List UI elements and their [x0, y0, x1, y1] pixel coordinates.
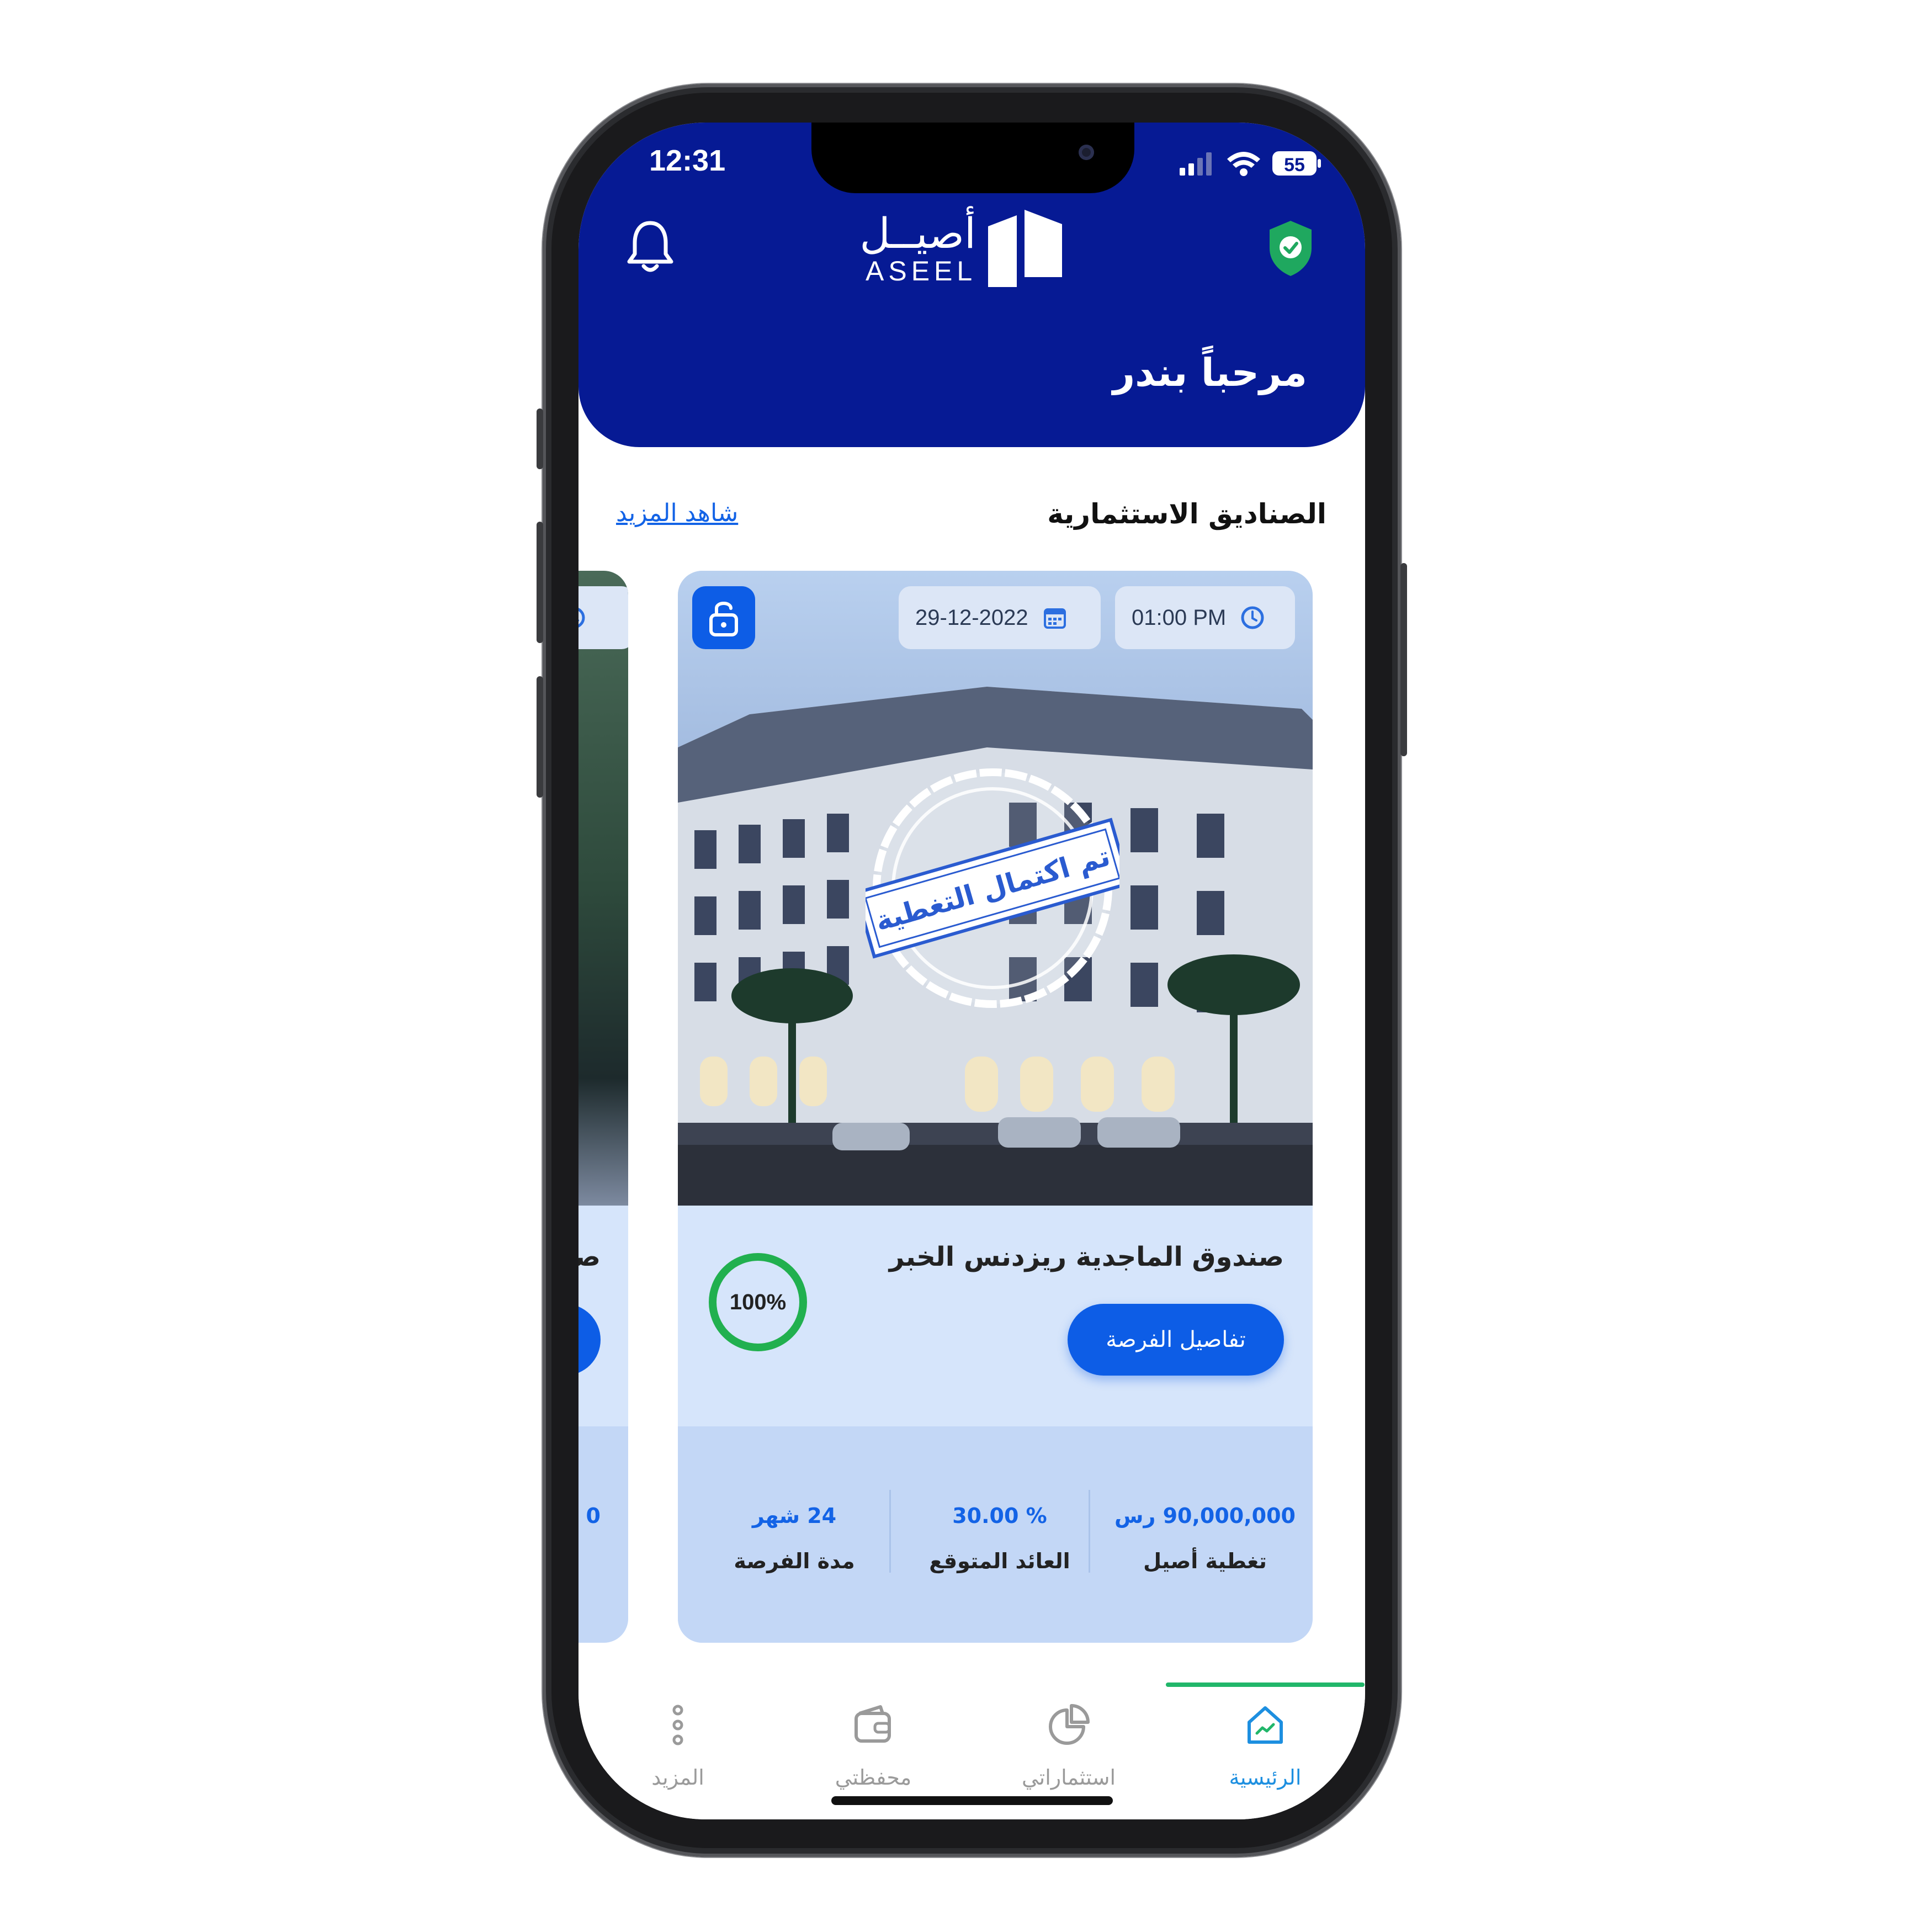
stat-value: 24 شهر	[752, 1504, 837, 1528]
fund-card-image	[578, 571, 628, 1206]
stat-label: العائد المتوقع	[929, 1549, 1070, 1573]
card-stats-panel	[578, 1426, 628, 1643]
progress-label: 100%	[729, 1290, 787, 1314]
signal-icon	[1180, 152, 1212, 176]
time-text: 01:00 PM	[1132, 605, 1227, 630]
power-button	[1400, 563, 1407, 756]
active-tab-indicator	[1166, 1682, 1365, 1687]
stat-duration: 24 شهر مدة الفرصة	[703, 1504, 885, 1573]
battery-level: 55	[1284, 155, 1305, 176]
logo-arabic-text: أصيــل	[859, 209, 976, 258]
more-icon	[672, 1705, 683, 1745]
date-pill: 29-12-2022	[899, 586, 1101, 649]
date-text: 29-12-2022	[915, 605, 1028, 630]
logo-mark-icon	[988, 210, 1062, 287]
opportunity-details-button[interactable]: تفاصيل الفرصة	[1068, 1304, 1284, 1376]
volume-down-button	[537, 676, 543, 798]
wallet-icon	[854, 1705, 891, 1743]
volume-up-button	[537, 522, 543, 643]
clock-icon	[578, 608, 585, 628]
lock-icon	[709, 602, 738, 636]
bell-icon[interactable]	[623, 217, 678, 278]
app-screen: 12:31 55 أصيــل ASEEL مرحباً بندر الصناد…	[578, 123, 1365, 1819]
tab-label: محفظتي	[835, 1765, 912, 1790]
tab-wallet[interactable]: محفظتي	[790, 1701, 956, 1790]
tab-label: المزيد	[651, 1765, 704, 1790]
tab-label: استثماراتي	[1021, 1765, 1116, 1790]
fund-name-fragment: صن	[578, 1241, 601, 1272]
pie-chart-icon	[1049, 1704, 1090, 1745]
stat-divider	[889, 1490, 891, 1573]
tab-home[interactable]: الرئيسية	[1182, 1701, 1348, 1790]
section-title: الصناديق الاستثمارية	[1047, 498, 1326, 530]
front-camera	[1079, 145, 1094, 160]
stat-value: % 30.00	[952, 1504, 1047, 1528]
time-pill: 01:00 PM	[1115, 586, 1295, 649]
logo-english-text: ASEEL	[866, 256, 977, 286]
notch	[811, 123, 1134, 193]
home-icon	[1248, 1706, 1283, 1744]
fund-name: صندوق الماجدية ريزدنس الخبر	[889, 1241, 1284, 1272]
fund-card-previous[interactable]: صن 0	[578, 571, 628, 1643]
lock-button[interactable]	[692, 586, 755, 649]
stat-label: تغطية أصيل	[1143, 1549, 1267, 1573]
coverage-complete-stamp: تم اكتمال التغطية	[866, 768, 1119, 1008]
stat-label: مدة الفرصة	[734, 1549, 855, 1573]
details-button[interactable]	[578, 1304, 601, 1376]
stat-fragment: 0	[586, 1504, 601, 1528]
calendar-icon	[1043, 608, 1066, 629]
time-pill	[578, 586, 628, 649]
tab-more[interactable]: المزيد	[595, 1701, 761, 1790]
aseel-logo: أصيــل ASEEL	[859, 204, 1081, 293]
shield-check-icon[interactable]	[1263, 217, 1318, 278]
tab-label: الرئيسية	[1229, 1765, 1302, 1790]
stat-coverage: 90,000,000 رس تغطية أصيل	[1114, 1504, 1296, 1573]
mute-switch	[537, 408, 543, 469]
clock-icon	[1241, 606, 1264, 629]
status-icons: 55	[1180, 151, 1321, 176]
see-more-link[interactable]: شاهد المزيد	[616, 499, 738, 527]
status-time: 12:31	[649, 144, 726, 177]
tab-investments[interactable]: استثماراتي	[986, 1701, 1151, 1790]
fund-card[interactable]: 29-12-2022 01:00 PM تم اكتمال التغطية صن…	[678, 571, 1313, 1643]
home-indicator[interactable]	[831, 1796, 1113, 1805]
welcome-title: مرحباً بندر	[1112, 350, 1307, 395]
wifi-icon	[1227, 152, 1260, 176]
stat-expected-return: % 30.00 العائد المتوقع	[909, 1504, 1091, 1573]
stat-value: 90,000,000 رس	[1114, 1504, 1296, 1528]
